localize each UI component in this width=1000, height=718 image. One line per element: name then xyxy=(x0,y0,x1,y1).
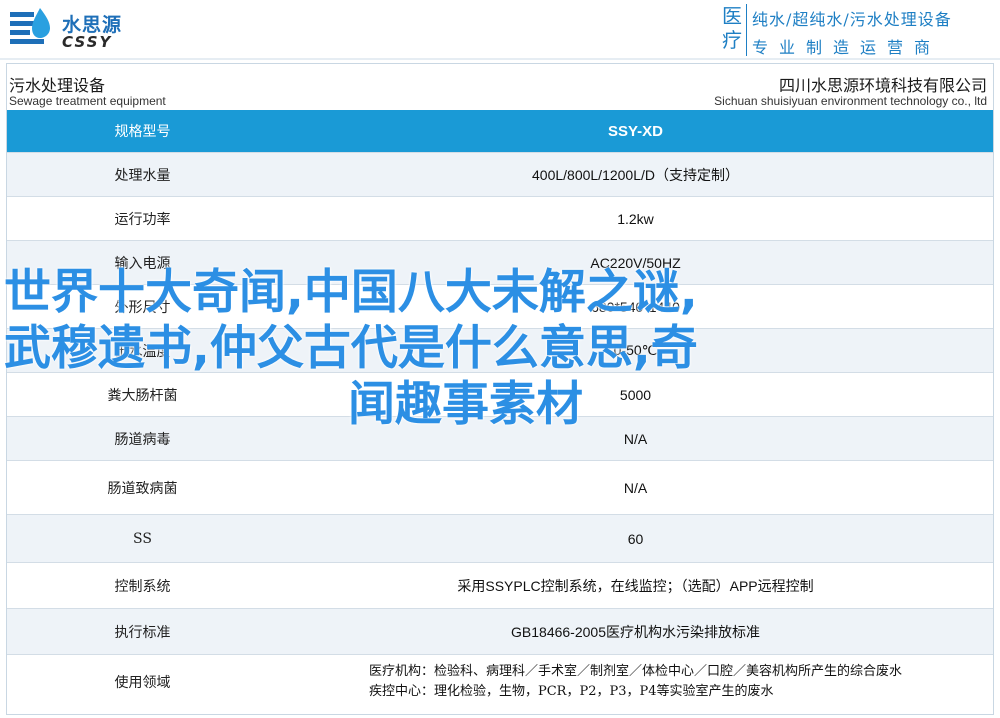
table-row: 处理水量 400L/800L/1200L/D（支持定制） xyxy=(7,152,993,197)
brand-logo[interactable]: 水思源 CSSY xyxy=(8,6,158,52)
spec-value: 采用SSYPLC控制系统，在线监控；（选配）APP远程控制 xyxy=(278,562,993,609)
spec-value: GB18466-2005医疗机构水污染排放标准 xyxy=(278,608,993,655)
table-row: 控制系统 采用SSYPLC控制系统，在线监控；（选配）APP远程控制 xyxy=(7,562,993,609)
table-row: SS 60 xyxy=(7,514,993,563)
usage-line2: 疾控中心：理化检验，生物，PCR，P2，P3，P4等实验室产生的废水 xyxy=(368,683,774,699)
overlay-line2: 武穆遗书,仲父古代是什么意思,奇 xyxy=(4,321,698,376)
table-row: 执行标准 GB18466-2005医疗机构水污染排放标准 xyxy=(7,608,993,655)
table-row: 规格型号 SSY-XD xyxy=(7,110,993,153)
usage-line1: 医疗机构：检验科、病理科／手术室／制剂室／体检中心／口腔／美容机构所产生的综合废… xyxy=(368,663,902,679)
spec-key: 控制系统 xyxy=(7,562,278,609)
slogan-line2: 专业制造运营商 xyxy=(752,38,942,57)
product-title-en: Sewage treatment equipment xyxy=(9,94,166,108)
badge-top-char: 医 xyxy=(722,4,742,28)
company-name-cn: 四川水思源环境科技有限公司 xyxy=(778,76,987,95)
table-row: 运行功率 1.2kw xyxy=(7,196,993,241)
spec-value: 60 xyxy=(278,514,993,563)
spec-value: 1.2kw xyxy=(278,196,993,241)
spec-key: 运行功率 xyxy=(7,196,278,241)
spec-key: SS xyxy=(7,514,278,563)
spec-key: 肠道致病菌 xyxy=(7,460,278,515)
water-drop-logo-icon xyxy=(10,8,50,44)
header-divider xyxy=(0,58,1000,60)
page-header: 水思源 CSSY 医 疗 纯水/超纯水/污水处理设备 专业制造运营商 xyxy=(0,0,1000,58)
logo-en-text: CSSY xyxy=(62,33,113,51)
spec-value-usage: 医疗机构：检验科、病理科／手术室／制剂室／体检中心／口腔／美容机构所产生的综合废… xyxy=(278,654,993,709)
spec-value: 400L/800L/1200L/D（支持定制） xyxy=(278,152,993,197)
spec-key: 执行标准 xyxy=(7,608,278,655)
spec-key: 规格型号 xyxy=(7,110,278,153)
header-slogan: 医 疗 纯水/超纯水/污水处理设备 专业制造运营商 xyxy=(718,4,994,57)
slogan-line1: 纯水/超纯水/污水处理设备 xyxy=(752,10,952,29)
overlay-line1: 世界十大奇闻,中国八大未解之谜, xyxy=(4,265,698,320)
table-row: 肠道致病菌 N/A xyxy=(7,460,993,515)
table-row: 使用领域 医疗机构：检验科、病理科／手术室／制剂室／体检中心／口腔／美容机构所产… xyxy=(7,654,993,709)
medical-badge: 医 疗 xyxy=(718,4,747,56)
overlay-line3: 闻趣事素材 xyxy=(348,377,583,432)
badge-bottom-char: 疗 xyxy=(722,28,742,52)
card-header: 污水处理设备 Sewage treatment equipment 四川水思源环… xyxy=(7,64,993,110)
spec-value: N/A xyxy=(278,460,993,515)
spec-key: 肠道病毒 xyxy=(7,416,278,461)
product-title-cn: 污水处理设备 xyxy=(9,76,106,95)
spec-key: 使用领域 xyxy=(7,654,278,709)
spec-key: 粪大肠杆菌 xyxy=(7,372,278,417)
company-name-en: Sichuan shuisiyuan environment technolog… xyxy=(714,94,987,108)
spec-key: 处理水量 xyxy=(7,152,278,197)
usage-text: 医疗机构：检验科、病理科／手术室／制剂室／体检中心／口腔／美容机构所产生的综合废… xyxy=(369,662,902,702)
spec-value: SSY-XD xyxy=(278,110,993,153)
